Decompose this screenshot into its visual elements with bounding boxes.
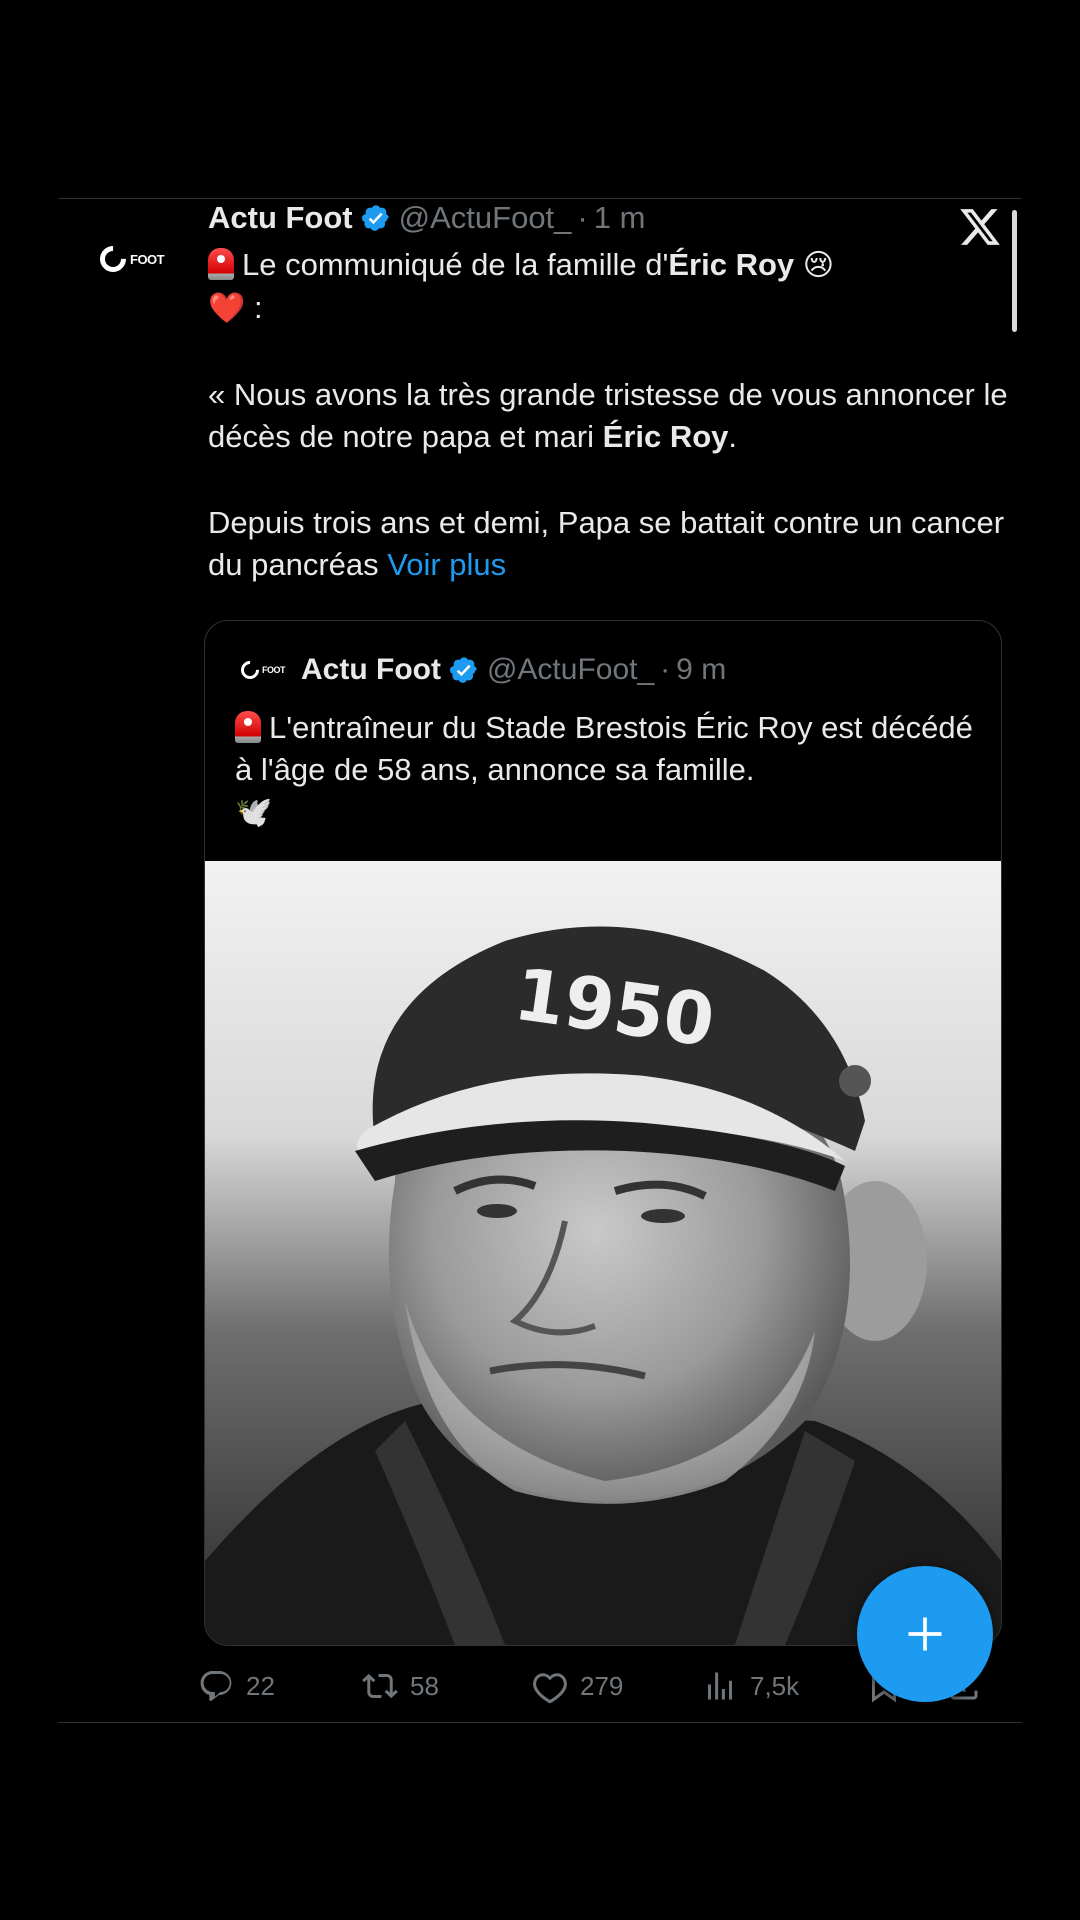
tweet-para2-bold: Éric Roy [602,419,729,454]
quoted-tweet-text: L'entraîneur du Stade Brestois Éric Roy … [235,707,975,834]
tweet-para2-end: . [728,419,738,454]
scrollbar[interactable] [1012,210,1017,332]
tweet-time[interactable]: 1 m [594,200,646,236]
bottom-divider [58,1722,1022,1723]
portrait-photo[interactable]: 1950 [205,861,1001,1645]
separator-dot: · [660,653,671,686]
compose-plus-icon [908,1617,942,1651]
tweet-header: Actu Foot @ActuFoot_ · 1 m [208,200,645,236]
red-heart-emoji: ❤️ [208,292,246,325]
siren-icon [235,711,261,743]
quoted-text: L'entraîneur du Stade Brestois Éric Roy … [235,710,973,787]
verified-badge-icon [449,657,477,683]
dove-emoji: 🕊️ [235,796,273,829]
author-name[interactable]: Actu Foot [208,200,353,236]
views-count: 7,5k [750,1670,800,1701]
quoted-tweet-card[interactable]: FOOT Actu Foot @ActuFoot_ · 9 m L'entraî… [204,620,1002,1646]
tweet-screen: FOOT Actu Foot @ActuFoot_ · 1 m Le commu… [0,0,1080,1920]
tweet-line2-colon: : [245,290,263,325]
compose-button[interactable] [857,1566,993,1702]
reply-count: 22 [246,1670,275,1701]
quoted-avatar: FOOT [237,657,286,683]
reply-button[interactable]: 22 [198,1668,275,1704]
quoted-author-name: Actu Foot [301,653,441,686]
tweet-para3-text: Depuis trois ans et demi, Papa se battai… [208,505,1005,582]
repost-icon [362,1673,398,1699]
views-icon [708,1672,732,1700]
tweet-text: Le communiqué de la famille d'Éric Roy 😢… [208,244,1008,586]
tweet-line1-bold: Éric Roy [668,247,795,282]
siren-icon [208,248,234,280]
see-more-link[interactable]: Voir plus [387,547,506,582]
top-divider [58,198,1022,199]
tweet-line1-text: Le communiqué de la famille d' [242,247,669,282]
quoted-avatar-logo-text: FOOT [262,665,286,675]
x-logo-icon[interactable] [958,205,1002,249]
quoted-tweet-time: 9 m [676,653,727,686]
views-button[interactable]: 7,5k [702,1668,799,1704]
like-button[interactable]: 279 [532,1668,623,1704]
like-icon [533,1673,567,1704]
logo-ring-icon [94,240,132,278]
avatar[interactable]: FOOT [94,236,176,282]
reply-icon [200,1671,232,1701]
repost-button[interactable]: 58 [362,1668,439,1704]
logo-ring-icon [237,657,263,683]
quoted-tweet-header: FOOT Actu Foot @ActuFoot_ · 9 m [237,653,727,687]
quoted-author-handle: @ActuFoot_ [486,653,655,686]
like-count: 279 [580,1670,624,1701]
avatar-logo-text: FOOT [130,251,165,267]
separator-dot: · [577,200,588,235]
crying-face-emoji: 😢 [802,249,835,282]
author-handle[interactable]: @ActuFoot_ [399,200,572,236]
verified-badge-icon [361,205,389,231]
repost-count: 58 [410,1670,439,1701]
